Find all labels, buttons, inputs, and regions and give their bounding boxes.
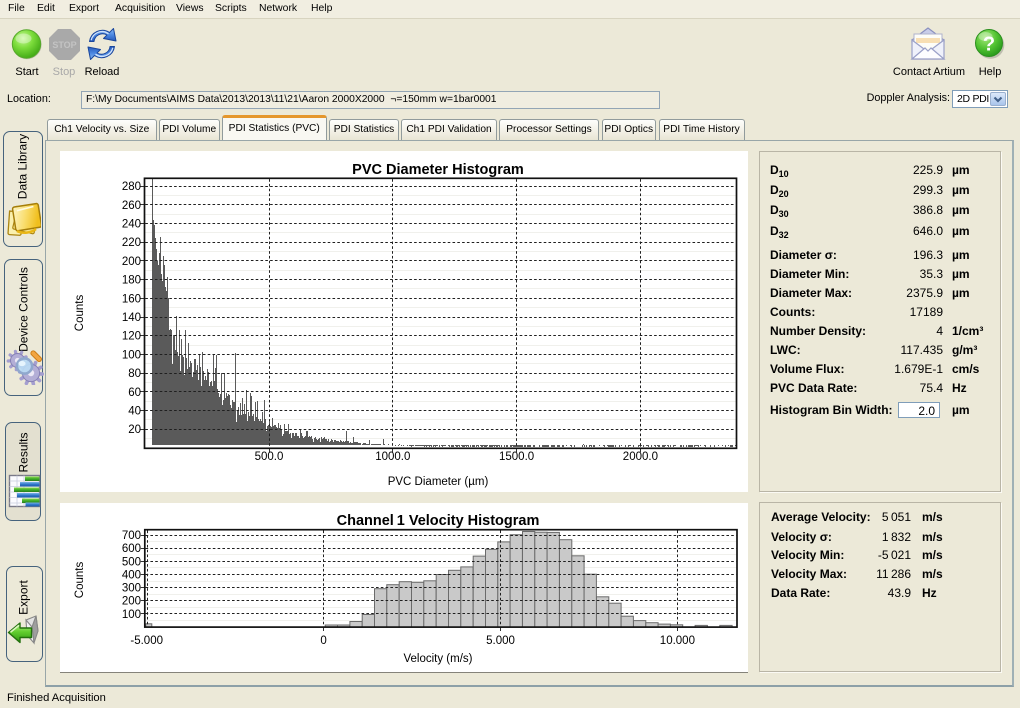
svg-text:260: 260	[122, 200, 141, 212]
svg-text:140: 140	[122, 312, 141, 324]
svg-text:500.0: 500.0	[255, 451, 284, 463]
svg-text:5.000: 5.000	[486, 635, 515, 647]
svg-text:10.000: 10.000	[660, 635, 695, 647]
svg-text:400: 400	[122, 570, 141, 582]
svg-text:280: 280	[122, 181, 141, 193]
svg-text:1000.0: 1000.0	[375, 451, 410, 463]
svg-text:500: 500	[122, 556, 141, 568]
svg-text:PVC Diameter Histogram: PVC Diameter Histogram	[352, 162, 524, 178]
svg-text:0: 0	[320, 635, 326, 647]
svg-text:PVC Diameter (µm): PVC Diameter (µm)	[388, 476, 489, 488]
svg-text:240: 240	[122, 219, 141, 231]
svg-text:Counts: Counts	[74, 295, 86, 332]
svg-text:2000.0: 2000.0	[623, 451, 658, 463]
svg-text:Counts: Counts	[74, 562, 86, 599]
svg-text:160: 160	[122, 293, 141, 305]
svg-text:20: 20	[128, 424, 141, 436]
svg-text:80: 80	[128, 368, 141, 380]
svg-text:220: 220	[122, 237, 141, 249]
svg-text:100: 100	[122, 349, 141, 361]
svg-text:Channel 1 Velocity Histogram: Channel 1 Velocity Histogram	[337, 513, 540, 529]
svg-text:700: 700	[122, 530, 141, 542]
svg-text:300: 300	[122, 583, 141, 595]
svg-text:200: 200	[122, 256, 141, 268]
svg-text:1500.0: 1500.0	[499, 451, 534, 463]
svg-text:STOP: STOP	[52, 40, 76, 50]
svg-text:-5.000: -5.000	[130, 635, 163, 647]
svg-text:Velocity (m/s): Velocity (m/s)	[403, 653, 472, 665]
svg-text:200: 200	[122, 596, 141, 608]
svg-text:40: 40	[128, 406, 141, 418]
svg-text:180: 180	[122, 275, 141, 287]
svg-text:60: 60	[128, 387, 141, 399]
svg-text:100: 100	[122, 609, 141, 621]
svg-text:?: ?	[983, 34, 995, 56]
svg-text:120: 120	[122, 331, 141, 343]
svg-text:600: 600	[122, 543, 141, 555]
